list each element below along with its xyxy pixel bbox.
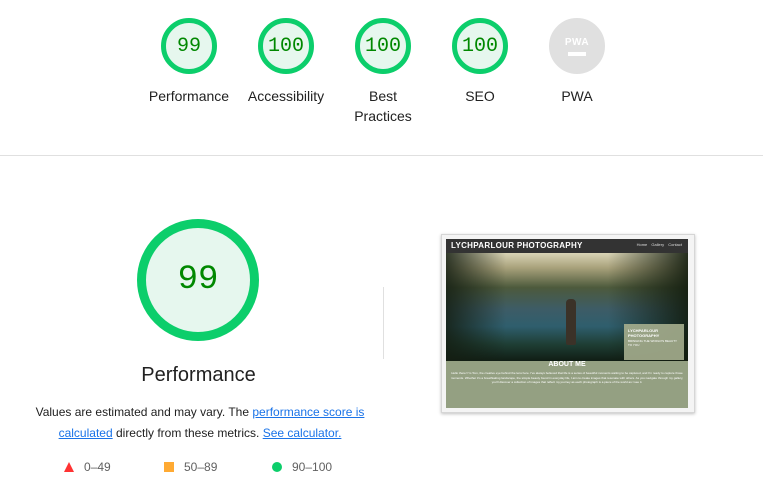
- red-triangle-icon: [64, 462, 74, 472]
- legend-item-average: 50–89: [164, 460, 217, 474]
- screenshot-page: LYCHPARLOUR PHOTOGRAPHY Home Gallery Con…: [446, 239, 688, 408]
- score-ring: 99: [161, 18, 217, 74]
- gauge-label: Accessibility: [247, 88, 325, 104]
- green-circle-icon: [272, 462, 282, 472]
- screenshot-nav-link: Home: [636, 242, 648, 247]
- legend-range: 50–89: [184, 460, 218, 474]
- performance-description: Values are estimated and may vary. The p…: [30, 402, 370, 444]
- desc-text: Values are estimated and may vary. The: [35, 405, 253, 419]
- legend-item-pass: 90–100: [272, 460, 332, 474]
- screenshot-nav-link: Gallery: [651, 242, 665, 247]
- score-value: 100: [364, 34, 401, 58]
- performance-score: 99: [177, 261, 219, 299]
- gauge-performance[interactable]: 99 Performance: [134, 18, 244, 106]
- score-ring: 100: [258, 18, 314, 74]
- score-value: 100: [461, 34, 498, 58]
- score-ring: 100: [452, 18, 508, 74]
- gauge-accessibility[interactable]: 100 Accessibility: [231, 18, 341, 106]
- performance-summary: 99 Performance Values are estimated and …: [0, 155, 400, 484]
- performance-title: Performance: [141, 364, 256, 386]
- score-ring: 100: [355, 18, 411, 74]
- hero-photo-trees: [446, 253, 506, 361]
- gauge-pwa[interactable]: PWA PWA: [522, 18, 632, 106]
- orange-square-icon: [164, 462, 174, 472]
- overlay-subtitle: BRINGING THE WORLD'S BEAUTY TO YOU: [628, 339, 677, 347]
- see-calculator-link[interactable]: See calculator.: [263, 426, 342, 440]
- screenshot-brand: LYCHPARLOUR PHOTOGRAPHY: [451, 241, 583, 250]
- gauge-label: Performance: [148, 88, 230, 104]
- score-value: 99: [176, 34, 201, 58]
- legend-range: 90–100: [292, 460, 333, 474]
- final-screenshot[interactable]: LYCHPARLOUR PHOTOGRAPHY Home Gallery Con…: [441, 234, 695, 413]
- gauge-best-practices[interactable]: 100 Best Practices: [328, 18, 438, 126]
- pwa-badge-text: PWA: [564, 36, 590, 48]
- performance-score-ring: 99: [137, 219, 259, 341]
- screenshot-navbar: LYCHPARLOUR PHOTOGRAPHY Home Gallery Con…: [446, 239, 688, 253]
- hero-overlay-card: LYCHPARLOUR PHOTOGRAPHY BRINGING THE WOR…: [624, 324, 684, 360]
- screenshot-nav-links: Home Gallery Contact: [634, 242, 682, 247]
- gauge-label: Best Practices: [354, 88, 412, 124]
- legend-range: 0–49: [84, 460, 111, 474]
- about-heading: ABOUT ME: [548, 361, 586, 368]
- desc-text: directly from these metrics.: [112, 426, 263, 440]
- photographer-figure: [566, 299, 576, 345]
- gauge-seo[interactable]: 100 SEO: [425, 18, 535, 106]
- score-value: 100: [267, 34, 304, 58]
- about-text: Hello there! I'm Tom, the creative eye b…: [450, 371, 684, 384]
- pwa-dash-icon: [568, 51, 586, 56]
- pwa-badge-icon: PWA: [549, 18, 605, 74]
- overlay-title: LYCHPARLOUR PHOTOGRAPHY: [628, 328, 660, 338]
- gauge-label: PWA: [561, 88, 593, 104]
- legend-item-fail: 0–49: [64, 460, 111, 474]
- vertical-divider: [383, 287, 384, 359]
- screenshot-nav-link: Contact: [668, 242, 682, 247]
- gauge-label: SEO: [465, 88, 495, 104]
- category-scores: 99 Performance 100 Accessibility 100 Bes…: [0, 0, 763, 156]
